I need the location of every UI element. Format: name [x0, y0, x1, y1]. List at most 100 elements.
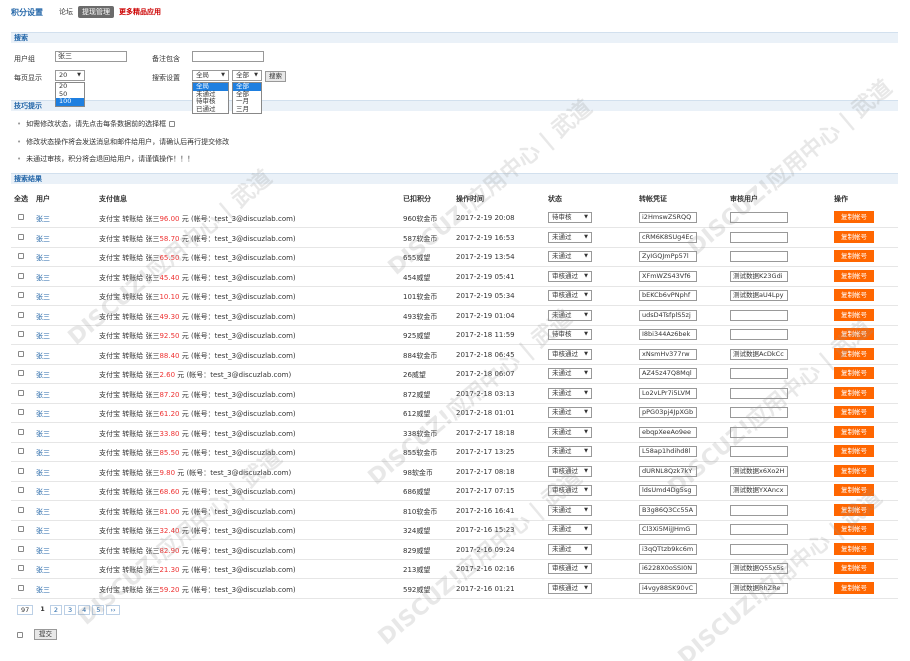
row-checkbox[interactable] [18, 584, 24, 591]
copy-account-button[interactable]: 复制帐号 [834, 445, 874, 457]
user-group-input[interactable]: 张三 [55, 51, 127, 62]
submit-button[interactable]: 提交 [34, 629, 57, 640]
transfer-cert-input[interactable]: dURNL8Qzk7kY [639, 465, 697, 477]
user-link[interactable]: 张三 [36, 429, 50, 439]
reviewer-input[interactable] [730, 504, 788, 516]
transfer-cert-input[interactable]: udsD4TsfplS5zj [639, 309, 697, 321]
transfer-cert-input[interactable]: Lo2vLPr7i5LVM [639, 387, 697, 399]
status-select[interactable]: 未通过 ▼ [548, 251, 592, 262]
transfer-cert-input[interactable]: i6228X0oSSI0N [639, 563, 697, 574]
user-link[interactable]: 张三 [36, 234, 50, 244]
user-link[interactable]: 张三 [36, 526, 50, 536]
status-select[interactable]: 待审核 ▼ [548, 329, 592, 340]
user-link[interactable]: 张三 [36, 546, 50, 556]
status-select[interactable]: 未通过 ▼ [548, 543, 592, 555]
period-filter-dropdown[interactable]: 全部 全部 一月 三月 [232, 82, 262, 114]
status-filter-select[interactable]: 全局 ▼ [192, 70, 229, 81]
copy-account-button[interactable]: 复制帐号 [834, 484, 874, 496]
per-page-option[interactable]: 100 [56, 97, 84, 106]
reviewer-input[interactable] [730, 212, 788, 223]
reviewer-input[interactable]: 测试数据aU4Lpy [730, 290, 788, 301]
transfer-cert-input[interactable]: cRM6K8SUg4Ec [639, 231, 697, 243]
reviewer-input[interactable]: 测试数据RhZRe [730, 582, 788, 594]
row-checkbox[interactable] [18, 214, 24, 220]
reviewer-input[interactable] [730, 426, 788, 438]
status-select[interactable]: 审核通过 ▼ [548, 290, 592, 301]
user-link[interactable]: 张三 [36, 214, 50, 224]
copy-account-button[interactable]: 复制帐号 [834, 562, 874, 574]
transfer-cert-input[interactable]: xNsmHv377rw [639, 348, 697, 360]
row-checkbox[interactable] [18, 292, 24, 298]
copy-account-button[interactable]: 复制帐号 [834, 425, 874, 438]
transfer-cert-input[interactable]: Cl3Xi5MijJHmG [639, 524, 697, 535]
row-checkbox[interactable] [18, 311, 24, 318]
reviewer-input[interactable] [730, 368, 788, 379]
status-select[interactable]: 未通过 ▼ [548, 426, 592, 438]
status-select[interactable]: 未通过 ▼ [548, 407, 592, 418]
status-select[interactable]: 审核通过 ▼ [548, 485, 592, 496]
period-filter-select[interactable]: 全部 ▼ [232, 70, 262, 81]
reviewer-input[interactable]: 测试数据YXAncx [730, 485, 788, 496]
tab-withdraw-manage[interactable]: 提现管理 [78, 6, 114, 18]
reviewer-input[interactable] [730, 251, 788, 262]
row-checkbox[interactable] [18, 526, 24, 532]
row-checkbox[interactable] [18, 409, 24, 415]
row-checkbox[interactable] [18, 331, 24, 337]
row-checkbox[interactable] [18, 565, 24, 571]
transfer-cert-input[interactable]: AZ45z47Q8Mql [639, 368, 697, 379]
user-link[interactable]: 张三 [36, 351, 50, 361]
status-select[interactable]: 审核通过 ▼ [548, 348, 592, 360]
user-link[interactable]: 张三 [36, 292, 50, 302]
remark-input[interactable] [192, 51, 264, 62]
copy-account-button[interactable]: 复制帐号 [834, 308, 874, 321]
transfer-cert-input[interactable]: ldsUmd4Dg5sg [639, 485, 697, 496]
copy-account-button[interactable]: 复制帐号 [834, 347, 874, 360]
per-page-dropdown[interactable]: 20 50 100 [55, 82, 85, 107]
copy-account-button[interactable]: 复制帐号 [834, 328, 874, 340]
row-checkbox[interactable] [18, 506, 24, 513]
page-link[interactable]: 2 [49, 605, 62, 615]
user-link[interactable]: 张三 [36, 487, 50, 497]
copy-account-button[interactable]: 复制帐号 [834, 269, 874, 282]
reviewer-input[interactable]: 测试数据AcDkCc [730, 348, 788, 360]
reviewer-input[interactable] [730, 309, 788, 321]
period-option[interactable]: 三月 [233, 105, 261, 114]
row-checkbox[interactable] [18, 233, 24, 240]
transfer-cert-input[interactable]: i3qQTtzb9kc6m [639, 543, 697, 555]
transfer-cert-input[interactable]: L58ap1hdihd8l [639, 446, 697, 457]
copy-account-button[interactable]: 复制帐号 [834, 406, 874, 418]
status-select[interactable]: 未通过 ▼ [548, 387, 592, 399]
row-checkbox[interactable] [18, 272, 24, 279]
page-link[interactable]: 3 [63, 605, 77, 615]
copy-account-button[interactable]: 复制帐号 [834, 250, 874, 262]
status-select[interactable]: 未通过 ▼ [548, 309, 592, 321]
reviewer-input[interactable]: 测试数据Q55x5s [730, 563, 788, 574]
page-link[interactable]: 5 [92, 605, 105, 615]
reviewer-input[interactable]: 测试数据x6Xo2H [730, 465, 788, 477]
tab-more-apps[interactable]: 更多精品应用 [119, 7, 161, 17]
row-checkbox[interactable] [18, 350, 24, 357]
row-checkbox[interactable] [18, 370, 24, 376]
status-filter-dropdown[interactable]: 全局 未通过 待审核 已通过 [192, 82, 229, 114]
copy-account-button[interactable]: 复制帐号 [834, 211, 874, 223]
user-link[interactable]: 张三 [36, 468, 50, 478]
transfer-cert-input[interactable]: pPG03pj4JpXGb [639, 407, 697, 418]
search-button[interactable]: 搜索 [265, 71, 286, 82]
page-link[interactable]: 4 [78, 605, 91, 615]
row-checkbox[interactable] [18, 487, 24, 493]
copy-account-button[interactable]: 复制帐号 [834, 542, 874, 555]
user-link[interactable]: 张三 [36, 409, 50, 419]
status-select[interactable]: 审核通过 ▼ [548, 270, 592, 282]
user-link[interactable]: 张三 [36, 585, 50, 595]
transfer-cert-input[interactable]: bEKCb6vPNphf [639, 290, 697, 301]
reviewer-input[interactable] [730, 387, 788, 399]
user-link[interactable]: 张三 [36, 448, 50, 458]
copy-account-button[interactable]: 复制帐号 [834, 581, 874, 594]
row-checkbox[interactable] [18, 448, 24, 454]
status-select[interactable]: 未通过 ▼ [548, 524, 592, 535]
transfer-cert-input[interactable]: B3g86Q3Cc55A [639, 504, 697, 516]
copy-account-button[interactable]: 复制帐号 [834, 230, 874, 243]
select-all-checkbox[interactable] [17, 631, 23, 638]
copy-account-button[interactable]: 复制帐号 [834, 464, 874, 477]
status-select[interactable]: 未通过 ▼ [548, 231, 592, 243]
